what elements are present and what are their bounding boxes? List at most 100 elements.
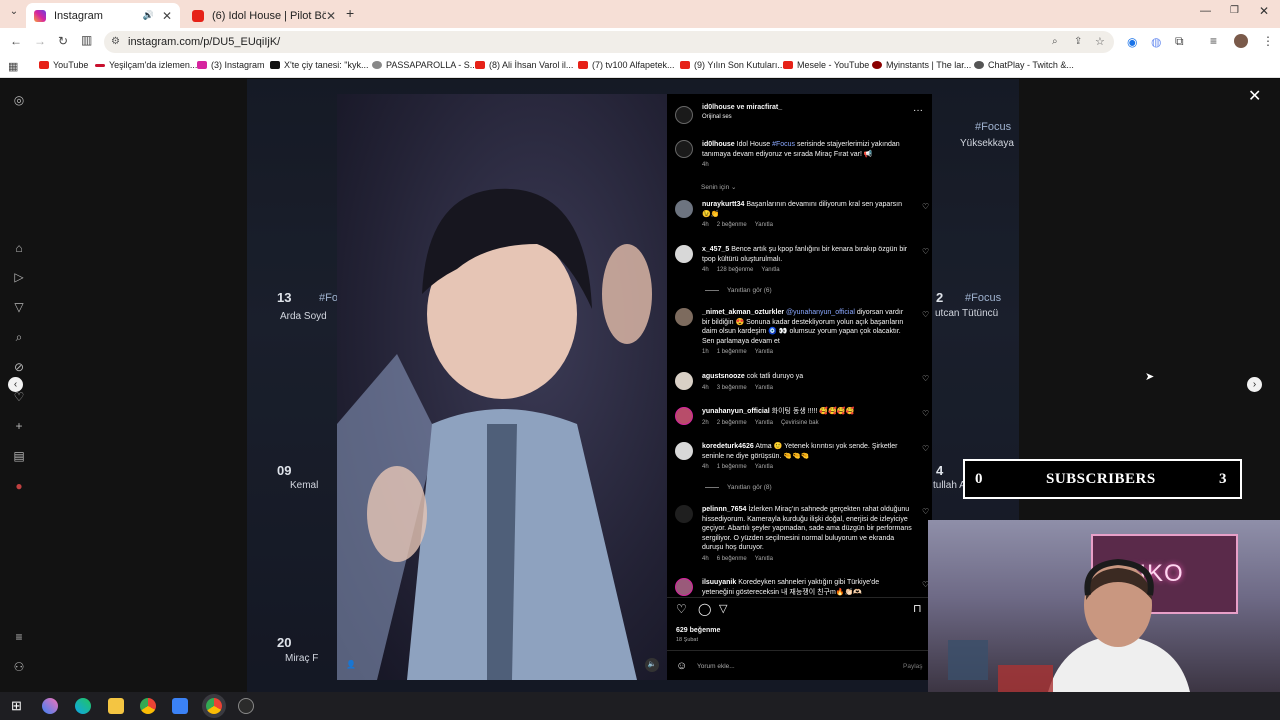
like-count-total[interactable]: 629 beğenme [676, 627, 720, 634]
bookmark-item[interactable]: Yeşilçam'da izlemen... [95, 60, 197, 70]
tab-instagram[interactable]: Instagram 🔊 ✕ [26, 3, 180, 28]
previous-post-button[interactable]: ‹ [8, 377, 23, 392]
messages-icon[interactable]: ▽ [12, 300, 26, 314]
audio-label[interactable]: Orijinal ses [702, 114, 732, 120]
obs-icon[interactable] [238, 698, 254, 714]
extension-icon[interactable]: ◍ [1151, 35, 1161, 49]
explore-icon[interactable]: ⊘ [12, 360, 26, 374]
avatar[interactable] [675, 200, 693, 218]
bookmark-item[interactable]: PASSAPAROLLA - S... [372, 60, 477, 70]
bookmark-star-icon[interactable]: ☆ [1095, 31, 1105, 53]
reply-button[interactable]: Yanıtla [755, 222, 773, 228]
author-avatar[interactable] [675, 106, 693, 124]
notifications-icon[interactable]: ♡ [12, 390, 26, 404]
like-icon[interactable]: ♡ [922, 247, 929, 257]
close-window-button[interactable]: ✕ [1259, 4, 1269, 18]
copilot-icon[interactable] [42, 698, 58, 714]
like-icon[interactable]: ♡ [922, 444, 929, 454]
extension-icon[interactable]: ◉ [1127, 35, 1137, 49]
avatar[interactable] [675, 308, 693, 326]
tab-idol-house[interactable]: (6) Idol House | Pilot Bölüm - Yo ✕ [184, 3, 344, 28]
reply-button[interactable]: Yanıtla [755, 420, 773, 426]
comment-user[interactable]: pelinnn_7654 [702, 506, 746, 513]
caption-hashtag[interactable]: #Focus [772, 141, 795, 148]
reply-button[interactable]: Yanıtla [761, 267, 779, 273]
like-count[interactable]: 1 beğenme [717, 464, 747, 470]
comment-user[interactable]: koredeturk4626 [702, 443, 754, 450]
bookmark-item[interactable]: (8) Ali İhsan Varol il... [475, 60, 573, 70]
tab-search-button[interactable]: ⌄ [6, 6, 22, 22]
meta-icon[interactable]: ⚇ [12, 660, 26, 674]
like-icon[interactable]: ♡ [922, 374, 929, 384]
bookmark-item[interactable]: (3) Instagram [197, 60, 265, 70]
next-post-button[interactable]: › [1247, 377, 1262, 392]
like-count[interactable]: 2 beğenme [717, 420, 747, 426]
reload-icon[interactable]: ↻ [58, 34, 68, 48]
close-tab-icon[interactable]: ✕ [162, 9, 172, 23]
comment-icon[interactable]: ◯ [698, 602, 711, 616]
avatar[interactable] [675, 140, 693, 158]
bookmark-item[interactable]: Myinstants | The lar... [872, 60, 971, 70]
close-icon[interactable]: ✕ [1248, 86, 1261, 106]
search-icon[interactable]: ⌕ [12, 330, 26, 344]
media-control-icon[interactable]: ≡ [1210, 34, 1217, 48]
translate-button[interactable]: Çevirisine bak [781, 420, 819, 426]
mute-icon[interactable]: 🔈 [645, 658, 659, 672]
bookmark-item[interactable]: Mesele - YouTube [783, 60, 869, 70]
edge-icon[interactable] [75, 698, 91, 714]
chrome-active-icon[interactable] [206, 698, 222, 714]
view-replies[interactable]: Yanıtları gör (6) [705, 287, 772, 294]
more-menu-icon[interactable]: ≡ [12, 630, 26, 644]
like-count[interactable]: 2 beğenme [717, 222, 747, 228]
avatar[interactable] [675, 372, 693, 390]
like-count[interactable]: 128 beğenme [717, 267, 754, 273]
comment-mention[interactable]: @yunahanyun_official [786, 309, 855, 316]
tag-icon[interactable]: 👤 [346, 660, 356, 669]
store-icon[interactable] [172, 698, 188, 714]
more-options-icon[interactable]: ··· [913, 105, 923, 116]
comment-input[interactable]: Yorum ekle... [697, 663, 735, 670]
reply-button[interactable]: Yanıtla [755, 349, 773, 355]
speaker-icon[interactable]: 🔊 [143, 10, 154, 21]
post-header-user[interactable]: id0lhouse ve miracfirat_ [702, 104, 782, 111]
back-icon[interactable]: ← [10, 34, 22, 48]
reply-button[interactable]: Yanıtla [755, 556, 773, 562]
share-icon[interactable]: ▽ [719, 602, 727, 615]
minimize-button[interactable]: — [1200, 5, 1211, 17]
avatar[interactable] [675, 578, 693, 596]
comment-user[interactable]: _nimet_akman_ozturkler [702, 309, 784, 316]
install-icon[interactable]: ⇪ [1074, 31, 1082, 53]
close-tab-icon[interactable]: ✕ [326, 9, 336, 23]
like-icon[interactable]: ♡ [922, 507, 929, 517]
save-icon[interactable]: ⊓ [913, 602, 922, 615]
chrome-icon[interactable] [140, 698, 156, 714]
avatar[interactable] [675, 442, 693, 460]
like-count[interactable]: 1 beğenme [717, 349, 747, 355]
profile-icon[interactable]: ● [12, 479, 26, 493]
avatar[interactable] [675, 407, 693, 425]
caption-user[interactable]: id0lhouse [702, 141, 735, 148]
sidepanel-icon[interactable]: ▥ [81, 33, 92, 47]
reel-video[interactable]: 🔈 👤 [337, 94, 667, 680]
create-icon[interactable]: + [12, 419, 26, 433]
profile-avatar[interactable] [1234, 34, 1248, 48]
new-tab-button[interactable]: + [346, 5, 354, 21]
apps-grid-icon[interactable]: ▦ [8, 60, 18, 73]
comment-user[interactable]: agustsnooze [702, 373, 745, 380]
reels-icon[interactable]: ▷ [12, 270, 26, 284]
avatar[interactable] [675, 505, 693, 523]
file-explorer-icon[interactable] [108, 698, 124, 714]
comment-user[interactable]: ilsuuyanik [702, 579, 736, 586]
comment-user[interactable]: x_457_5 [702, 246, 729, 253]
bookmark-item[interactable]: X'te çiy tanesi: "kyk... [270, 60, 368, 70]
comment-sort[interactable]: Senin için ⌄ [701, 183, 736, 191]
address-bar[interactable]: ⚙ instagram.com/p/DU5_EUqiIjK/ ⌕ ⇪ ☆ [104, 31, 1114, 53]
view-replies[interactable]: Yanıtları gör (8) [705, 484, 772, 491]
post-comment-button[interactable]: Paylaş [903, 663, 923, 670]
home-icon[interactable]: ⌂ [12, 241, 26, 255]
bookmark-item[interactable]: ChatPlay - Twitch &... [974, 60, 1074, 70]
like-icon[interactable]: ♡ [922, 409, 929, 419]
dashboard-icon[interactable]: ▤ [12, 449, 26, 463]
zoom-icon[interactable]: ⌕ [1052, 31, 1058, 53]
menu-icon[interactable]: ⋮ [1262, 34, 1274, 48]
